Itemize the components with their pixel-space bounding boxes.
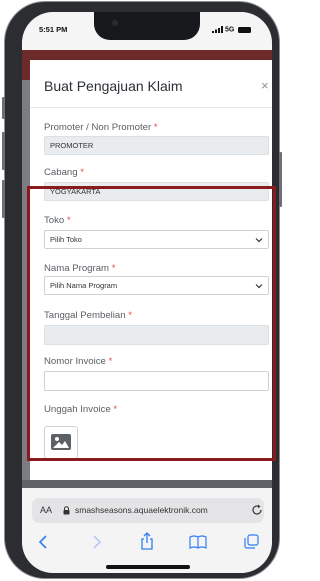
share-icon[interactable] xyxy=(140,532,154,550)
highlight-box xyxy=(27,186,276,461)
modal-header-divider xyxy=(30,107,272,108)
battery-icon xyxy=(238,26,252,33)
signal-indicator: 5G xyxy=(212,26,252,34)
bookmarks-icon[interactable] xyxy=(189,535,207,549)
cabang-label: Cabang * xyxy=(44,167,85,178)
modal-title: Buat Pengajuan Klaim xyxy=(44,78,183,94)
mute-switch xyxy=(2,97,5,119)
back-icon[interactable] xyxy=(38,535,48,549)
browser-bar: AA smashseasons.aquaelektronik.com xyxy=(22,488,272,573)
power-button xyxy=(279,152,282,207)
network-type: 5G xyxy=(224,26,235,34)
signal-bars-icon xyxy=(212,26,223,33)
required-mark: * xyxy=(153,122,158,133)
lock-icon xyxy=(63,506,70,515)
reload-icon[interactable] xyxy=(251,504,263,516)
text-size-button[interactable]: AA xyxy=(40,505,52,515)
promoter-label: Promoter / Non Promoter * xyxy=(44,122,158,133)
close-button[interactable]: × xyxy=(261,78,269,93)
forward-icon[interactable] xyxy=(92,535,102,549)
notch xyxy=(94,12,200,40)
tabs-icon[interactable] xyxy=(244,534,259,549)
required-mark: * xyxy=(80,167,85,178)
volume-down-button xyxy=(2,180,5,218)
url-text: smashseasons.aquaelektronik.com xyxy=(75,505,208,515)
status-time: 5:51 PM xyxy=(39,25,68,34)
volume-up-button xyxy=(2,132,5,170)
address-bar[interactable]: AA smashseasons.aquaelektronik.com xyxy=(32,498,264,523)
home-indicator xyxy=(106,565,190,569)
promoter-field: PROMOTER xyxy=(44,136,269,155)
